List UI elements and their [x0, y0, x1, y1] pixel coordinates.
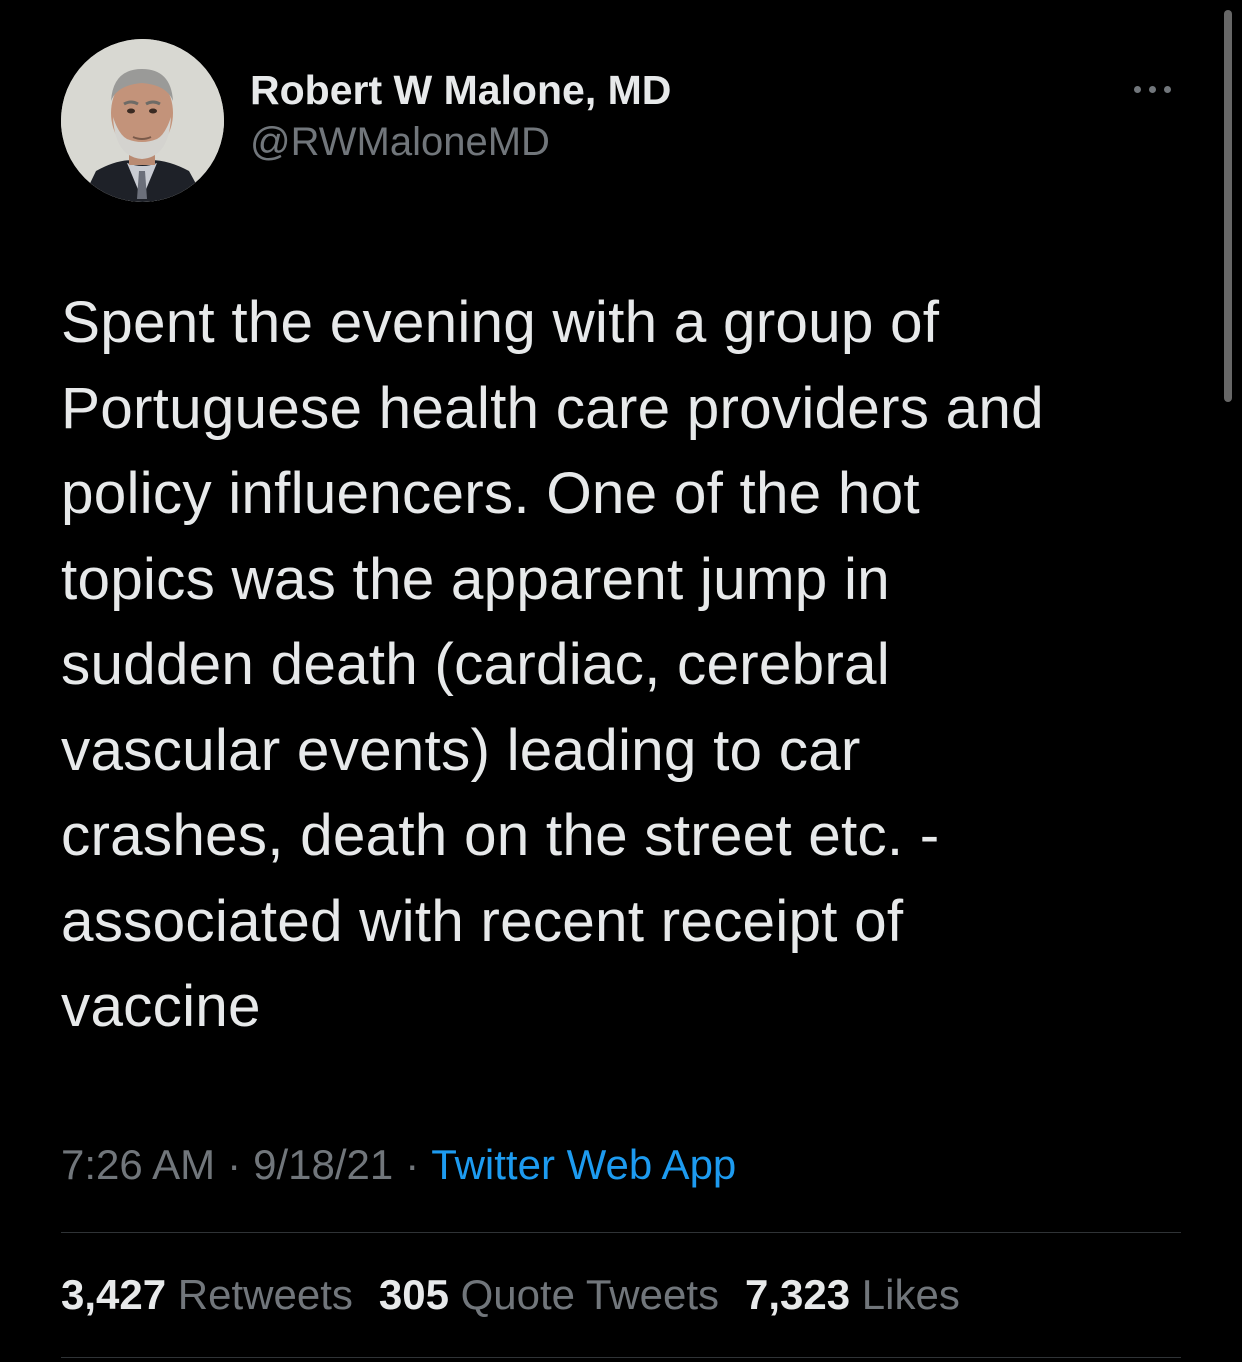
tweet-text: Spent the evening with a group of Portug… [61, 290, 1044, 1039]
more-options-icon [1164, 86, 1171, 93]
tweet-meta: 7:26 AM · 9/18/21 · Twitter Web App [61, 1137, 736, 1193]
more-options-icon [1134, 86, 1141, 93]
likes-count: 7,323 [745, 1271, 851, 1318]
avatar[interactable] [61, 39, 224, 202]
likes-label: Likes [861, 1271, 960, 1318]
meta-separator: · [227, 1141, 242, 1188]
tweet-date[interactable]: 9/18/21 [253, 1141, 393, 1188]
likes-stat[interactable]: 7,323 Likes [745, 1267, 960, 1323]
more-options-icon [1149, 86, 1156, 93]
more-options-button[interactable] [1126, 74, 1180, 104]
author-display-name[interactable]: Robert W Malone, MD [250, 64, 671, 116]
retweets-label: Retweets [177, 1271, 353, 1318]
author-handle[interactable]: @RWMaloneMD [250, 116, 671, 168]
tweet-source-link[interactable]: Twitter Web App [431, 1141, 736, 1188]
tweet-time[interactable]: 7:26 AM [61, 1141, 215, 1188]
tweet-stats: 3,427 Retweets 305 Quote Tweets 7,323 Like… [61, 1267, 986, 1323]
divider [61, 1232, 1181, 1233]
divider [61, 1357, 1181, 1358]
quote-tweets-count: 305 [378, 1271, 449, 1318]
author-info[interactable]: Robert W Malone, MD @RWMaloneMD [250, 64, 671, 168]
quote-tweets-stat[interactable]: 305 Quote Tweets [379, 1267, 719, 1323]
meta-separator: · [405, 1141, 420, 1188]
tweet-detail: Robert W Malone, MD @RWMaloneMD Spent th… [0, 0, 1242, 1362]
profile-photo [61, 39, 224, 202]
retweets-count: 3,427 [61, 1271, 167, 1318]
quote-tweets-label: Quote Tweets [460, 1271, 719, 1318]
retweets-stat[interactable]: 3,427 Retweets [61, 1267, 353, 1323]
scrollbar[interactable] [1224, 10, 1232, 402]
